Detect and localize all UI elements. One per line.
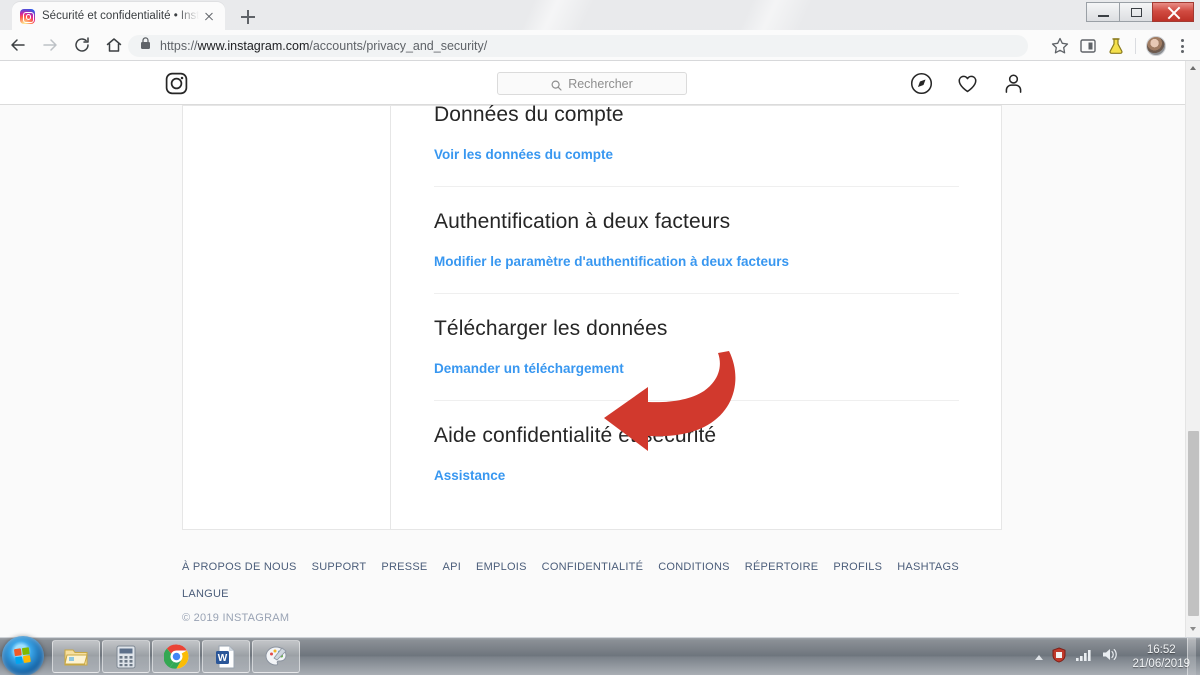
scroll-down-icon[interactable] xyxy=(1186,622,1200,637)
tab-strip: Sécurité et confidentialité • Insta xyxy=(0,0,1200,30)
section-divider xyxy=(434,293,959,294)
browser-tab[interactable]: Sécurité et confidentialité • Insta xyxy=(12,2,225,30)
search-icon xyxy=(551,78,562,91)
toolbar-divider xyxy=(1135,38,1136,54)
instagram-footer: À PROPOS DE NOUS SUPPORT PRESSE API EMPL… xyxy=(182,561,1002,624)
url-host: www.instagram.com xyxy=(197,39,310,53)
star-icon[interactable] xyxy=(1047,33,1073,59)
footer-links: À PROPOS DE NOUS SUPPORT PRESSE API EMPL… xyxy=(182,561,1002,600)
taskbar-clock[interactable]: 16:52 21/06/2019 xyxy=(1126,643,1196,671)
url-text: https://www.instagram.com/accounts/priva… xyxy=(160,39,487,53)
settings-card: Données du compte Voir les données du co… xyxy=(182,103,1002,530)
scroll-up-icon[interactable] xyxy=(1186,61,1200,76)
toolbar-right-actions xyxy=(1047,33,1192,59)
footer-link[interactable]: RÉPERTOIRE xyxy=(745,561,819,573)
settings-sidebar xyxy=(183,106,391,529)
section-link[interactable]: Demander un téléchargement xyxy=(434,361,624,376)
section-divider xyxy=(434,400,959,401)
taskbar-item-microsoft-word[interactable]: W xyxy=(202,640,250,673)
word-icon: W xyxy=(216,645,235,668)
taskbar-item-calculator[interactable] xyxy=(102,640,150,673)
reload-icon[interactable] xyxy=(68,31,96,59)
minimize-button[interactable] xyxy=(1086,2,1119,22)
window-controls xyxy=(1086,2,1194,22)
start-button[interactable] xyxy=(2,636,44,675)
section-link[interactable]: Voir les données du compte xyxy=(434,147,613,162)
tab-close-icon[interactable] xyxy=(201,8,217,24)
instagram-favicon-icon xyxy=(20,8,35,24)
address-bar[interactable]: https://www.instagram.com/accounts/priva… xyxy=(128,35,1028,57)
taskbar-item-google-chrome[interactable] xyxy=(152,640,200,673)
section-link[interactable]: Modifier le paramètre d'authentification… xyxy=(434,254,789,269)
url-protocol: https:// xyxy=(160,39,198,53)
footer-link[interactable]: PROFILS xyxy=(833,561,882,573)
profile-avatar-icon[interactable] xyxy=(1146,36,1166,56)
footer-link[interactable]: EMPLOIS xyxy=(476,561,527,573)
page-scrollbar[interactable] xyxy=(1185,61,1200,637)
tab-title: Sécurité et confidentialité • Insta xyxy=(42,10,199,22)
footer-link[interactable]: API xyxy=(443,561,461,573)
instagram-navbar: Rechercher xyxy=(0,61,1185,105)
scrollbar-thumb[interactable] xyxy=(1188,431,1199,616)
search-placeholder: Rechercher xyxy=(568,76,633,91)
footer-copyright: © 2019 INSTAGRAM xyxy=(182,612,290,624)
calculator-icon xyxy=(116,645,136,668)
section-heading: Données du compte xyxy=(434,103,624,126)
section-heading: Télécharger les données xyxy=(434,317,668,340)
taskbar-item-paint[interactable] xyxy=(252,640,300,673)
instagram-camera-logo-icon[interactable] xyxy=(165,72,188,95)
search-input[interactable]: Rechercher xyxy=(497,72,687,95)
instagram-nav-actions xyxy=(910,72,1025,100)
screen: Sécurité et confidentialité • Insta http… xyxy=(0,0,1200,675)
close-button[interactable] xyxy=(1152,2,1194,22)
maximize-button[interactable] xyxy=(1119,2,1152,22)
clock-date: 21/06/2019 xyxy=(1132,658,1190,670)
footer-link[interactable]: SUPPORT xyxy=(312,561,367,573)
reading-list-icon[interactable] xyxy=(1075,33,1101,59)
svg-text:W: W xyxy=(218,653,228,664)
settings-section: Authentification à deux facteurs Modifie… xyxy=(434,209,959,294)
footer-link[interactable]: CONFIDENTIALITÉ xyxy=(542,561,644,573)
windows-taskbar: W 16:52 21/06/2019 xyxy=(0,636,1200,675)
shield-icon[interactable] xyxy=(1051,646,1067,668)
compass-icon[interactable] xyxy=(910,72,933,100)
folder-icon xyxy=(64,649,88,665)
footer-link[interactable]: CONDITIONS xyxy=(658,561,730,573)
flask-icon[interactable] xyxy=(1103,33,1129,59)
settings-section: Aide confidentialité et sécurité Assista… xyxy=(434,423,959,485)
speaker-icon[interactable] xyxy=(1101,647,1118,667)
forward-arrow-icon xyxy=(36,31,64,59)
new-tab-button[interactable] xyxy=(238,7,258,27)
taskbar-item-file-explorer[interactable] xyxy=(52,640,100,673)
system-tray: 16:52 21/06/2019 xyxy=(1035,638,1196,675)
chrome-icon xyxy=(163,644,188,669)
paint-palette-icon xyxy=(265,645,287,666)
heart-icon[interactable] xyxy=(956,72,979,100)
clock-time: 16:52 xyxy=(1146,644,1176,656)
footer-link[interactable]: HASHTAGS xyxy=(897,561,959,573)
url-path: /accounts/privacy_and_security/ xyxy=(309,39,488,53)
footer-link[interactable]: À PROPOS DE NOUS xyxy=(182,561,297,573)
taskbar-items: W xyxy=(52,640,300,673)
section-heading: Aide confidentialité et sécurité xyxy=(434,424,717,447)
section-link[interactable]: Assistance xyxy=(434,468,505,483)
section-divider xyxy=(434,186,959,187)
network-signal-icon[interactable] xyxy=(1075,648,1093,667)
browser-window: Sécurité et confidentialité • Insta http… xyxy=(0,0,1200,637)
show-desktop-button[interactable] xyxy=(1187,638,1196,675)
kebab-menu-icon[interactable] xyxy=(1172,36,1192,56)
settings-section: Télécharger les données Demander un télé… xyxy=(434,316,959,401)
back-arrow-icon[interactable] xyxy=(4,31,32,59)
settings-content: Données du compte Voir les données du co… xyxy=(392,103,1001,529)
footer-link[interactable]: LANGUE xyxy=(182,588,229,600)
page-viewport: Rechercher Données du compte Voir les do… xyxy=(0,61,1185,637)
lock-icon xyxy=(140,37,152,55)
chevron-up-icon[interactable] xyxy=(1035,654,1044,660)
settings-section: Données du compte Voir les données du co… xyxy=(434,102,959,187)
home-icon[interactable] xyxy=(100,31,128,59)
footer-link[interactable]: PRESSE xyxy=(381,561,427,573)
windows-logo-icon xyxy=(13,646,32,665)
section-heading: Authentification à deux facteurs xyxy=(434,210,731,233)
person-icon[interactable] xyxy=(1002,72,1025,100)
